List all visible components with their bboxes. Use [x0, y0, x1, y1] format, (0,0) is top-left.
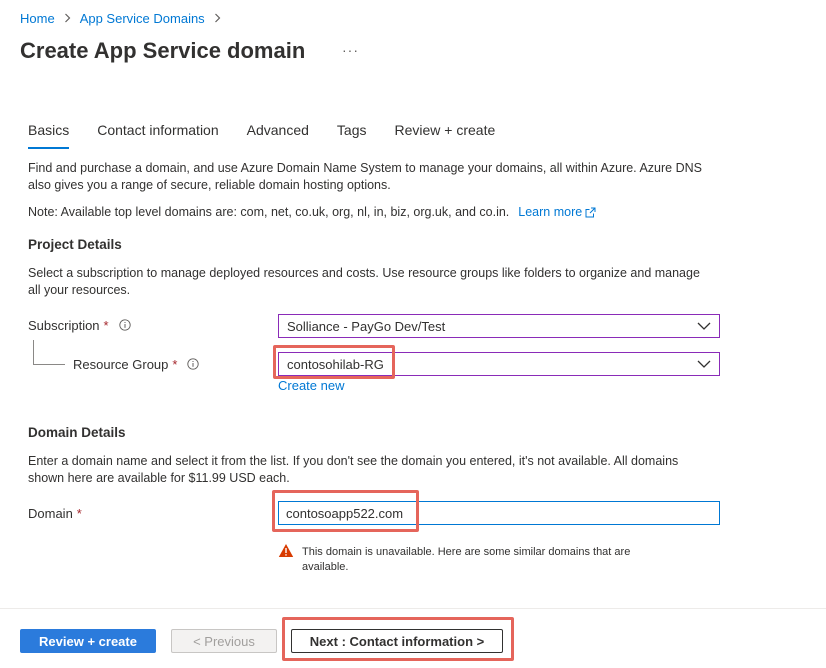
required-marker: *	[172, 356, 178, 372]
highlight-domain	[272, 490, 419, 532]
chevron-right-icon	[64, 13, 71, 23]
warning-text-line: This domain is unavailable. Here are som…	[302, 546, 631, 558]
required-marker: *	[103, 317, 109, 333]
subscription-label-row: Subscription *	[28, 315, 131, 335]
tld-note-row: Note: Available top level domains are: c…	[28, 204, 596, 221]
intro-description-line: also gives you a range of secure, reliab…	[28, 178, 391, 192]
tab-tags[interactable]: Tags	[337, 119, 367, 145]
resource-group-label: Resource Group	[73, 356, 169, 372]
tab-basics[interactable]: Basics	[28, 119, 70, 149]
project-details-heading: Project Details	[28, 237, 122, 252]
breadcrumb: Home App Service Domains	[20, 9, 230, 27]
learn-more-label: Learn more	[518, 205, 583, 219]
previous-button[interactable]: < Previous	[171, 629, 277, 653]
footer-divider	[0, 608, 826, 609]
info-icon[interactable]	[118, 319, 131, 331]
tld-note: Note: Available top level domains are: c…	[28, 205, 510, 219]
domain-details-description-line: Enter a domain name and select it from t…	[28, 454, 679, 468]
external-link-icon	[585, 207, 596, 218]
subscription-value: Solliance - PayGo Dev/Test	[287, 318, 446, 334]
project-details-description-line: all your resources.	[28, 283, 131, 297]
intro-description-line: Find and purchase a domain, and use Azur…	[28, 161, 702, 175]
subscription-dropdown[interactable]: Solliance - PayGo Dev/Test	[278, 314, 720, 338]
info-icon[interactable]	[187, 358, 200, 370]
review-create-button[interactable]: Review + create	[20, 629, 156, 653]
domain-details-description-line: shown here are available for $11.99 USD …	[28, 471, 290, 485]
project-details-description: Select a subscription to manage deployed…	[28, 265, 768, 299]
highlight-next-button	[282, 617, 514, 661]
tab-review-create[interactable]: Review + create	[395, 119, 496, 145]
project-details-description-line: Select a subscription to manage deployed…	[28, 266, 700, 280]
page-title: Create App Service domain	[20, 38, 306, 63]
breadcrumb-home-link[interactable]: Home	[20, 11, 55, 26]
create-new-link[interactable]: Create new	[278, 378, 344, 393]
learn-more-link[interactable]: Learn more	[518, 204, 596, 221]
tab-contact-information[interactable]: Contact information	[97, 119, 218, 145]
highlight-resource-group	[273, 345, 395, 379]
domain-details-heading: Domain Details	[28, 425, 126, 440]
chevron-right-icon	[214, 13, 221, 23]
intro-description: Find and purchase a domain, and use Azur…	[28, 160, 768, 194]
required-marker: *	[76, 505, 82, 521]
subscription-label: Subscription	[28, 317, 100, 333]
tab-strip: Basics Contact information Advanced Tags…	[28, 119, 523, 149]
warning-text: This domain is unavailable. Here are som…	[302, 545, 630, 575]
domain-label-row: Domain *	[28, 503, 82, 523]
domain-unavailable-warning: This domain is unavailable. Here are som…	[278, 543, 630, 575]
chevron-down-icon	[697, 359, 711, 369]
domain-details-description: Enter a domain name and select it from t…	[28, 453, 768, 487]
tab-advanced[interactable]: Advanced	[247, 119, 309, 145]
more-options-icon[interactable]: ···	[342, 40, 359, 60]
warning-icon	[278, 543, 294, 558]
chevron-down-icon	[697, 321, 711, 331]
tree-connector-horizontal	[33, 364, 65, 365]
breadcrumb-app-service-domains-link[interactable]: App Service Domains	[80, 11, 205, 26]
resource-group-label-row: Resource Group *	[73, 354, 200, 374]
tree-connector-vertical	[33, 340, 34, 364]
domain-label: Domain	[28, 505, 73, 521]
warning-text-line: available.	[302, 561, 349, 573]
